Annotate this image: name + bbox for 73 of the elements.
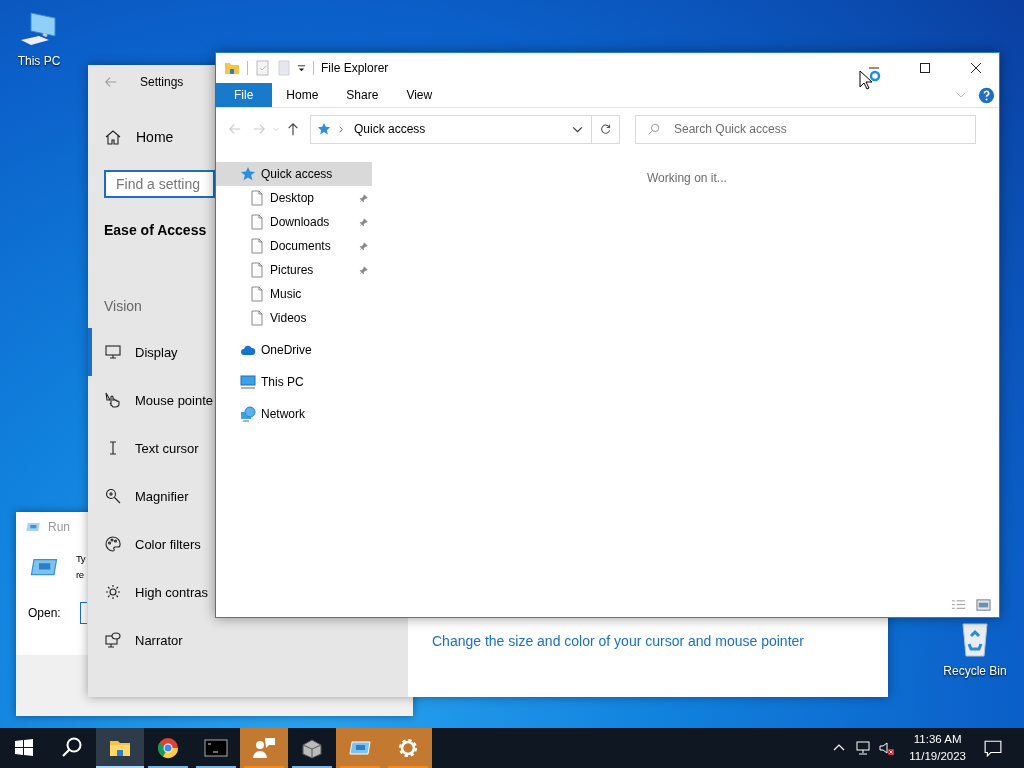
sun-icon (105, 584, 121, 600)
nav-pane-item[interactable]: Pictures (216, 258, 372, 282)
star-icon (240, 166, 256, 182)
settings-nav-item[interactable]: Mouse pointe (88, 376, 214, 424)
nav-pane-item[interactable]: Music (216, 282, 372, 306)
hand-pointer-icon (105, 392, 121, 408)
document-icon (249, 190, 265, 206)
large-icons-view-icon[interactable] (976, 597, 991, 613)
document-icon (249, 262, 265, 278)
window-title: File Explorer (321, 61, 389, 75)
nav-pane-item[interactable]: Documents (216, 234, 372, 258)
settings-nav-item[interactable]: Magnifier (88, 472, 189, 520)
network-icon[interactable] (855, 740, 872, 756)
desktop-icon-label[interactable]: This PC (17, 54, 61, 68)
maximize-icon (920, 63, 930, 73)
nav-pane-item[interactable]: Quick access (216, 162, 372, 186)
search-icon (647, 122, 660, 136)
settings-nav-item[interactable]: High contras (88, 568, 208, 616)
up-arrow-icon[interactable] (286, 122, 300, 136)
palette-icon (105, 536, 121, 552)
address-text: Quick access (354, 122, 426, 136)
settings-nav-item[interactable]: Text cursor (88, 424, 199, 472)
document-icon (249, 310, 265, 326)
document-icon (249, 238, 265, 254)
close-icon (971, 63, 981, 73)
nav-pane-item[interactable]: Downloads (216, 210, 372, 234)
document-icon (249, 214, 265, 230)
ribbon-tab[interactable]: Share (332, 83, 393, 107)
group-heading: Vision (104, 298, 143, 314)
notifications-icon[interactable] (984, 739, 1002, 757)
breadcrumb-chevron-icon (337, 124, 346, 134)
run-description: Ty re (76, 552, 86, 582)
settings-nav-item[interactable]: Display (88, 328, 178, 376)
taskbar-app-button[interactable] (96, 728, 144, 768)
nav-pane-item[interactable]: Network (216, 398, 372, 430)
folder-icon (224, 60, 240, 76)
ribbon-tab[interactable]: View (392, 83, 447, 107)
ribbon-tab[interactable]: Home (272, 83, 333, 107)
star-icon (317, 122, 331, 136)
computer-icon (240, 374, 256, 390)
gear-icon (396, 736, 420, 760)
refresh-icon (599, 122, 612, 136)
help-icon[interactable] (978, 86, 995, 104)
open-input-field[interactable] (80, 602, 87, 624)
clock[interactable]: 11:36 AM 11/19/2023 (899, 728, 976, 768)
open-label: Open: (28, 606, 62, 620)
terminal-icon (204, 736, 228, 760)
monitor-icon (105, 344, 121, 360)
home-icon (105, 129, 121, 145)
network-icon (240, 406, 256, 422)
muted-speaker-icon[interactable] (879, 740, 896, 756)
home-nav-item[interactable]: Home (88, 119, 182, 155)
loading-message: Working on it... (647, 171, 727, 185)
search-field[interactable]: Find a setting (104, 170, 215, 198)
nav-pane-item[interactable]: Videos (216, 306, 372, 330)
settings-nav-item[interactable]: Narrator (88, 616, 183, 664)
address-bar[interactable]: Quick access (310, 114, 620, 144)
browser-icon (156, 736, 180, 760)
settings-nav-item[interactable]: Color filters (88, 520, 201, 568)
document-icon (249, 286, 265, 302)
nav-pane-item[interactable]: Desktop (216, 186, 372, 210)
dropdown-icon[interactable] (297, 63, 306, 73)
nav-pane-item[interactable]: This PC (216, 366, 372, 398)
window-title: Settings (140, 75, 184, 89)
speech-monitor-icon (105, 632, 121, 648)
section-heading: Ease of Access (104, 222, 208, 238)
window-title: Run (48, 520, 70, 534)
person-chat-icon (252, 736, 276, 760)
settings-link[interactable]: Change the size and color of your cursor and mouse pointer (432, 633, 804, 649)
nav-pane-item[interactable]: OneDrive (216, 334, 372, 366)
desktop-icon-label[interactable]: Recycle Bin (943, 664, 1007, 678)
zoom-in-icon (105, 488, 121, 504)
ribbon-tab[interactable]: File (215, 83, 273, 107)
